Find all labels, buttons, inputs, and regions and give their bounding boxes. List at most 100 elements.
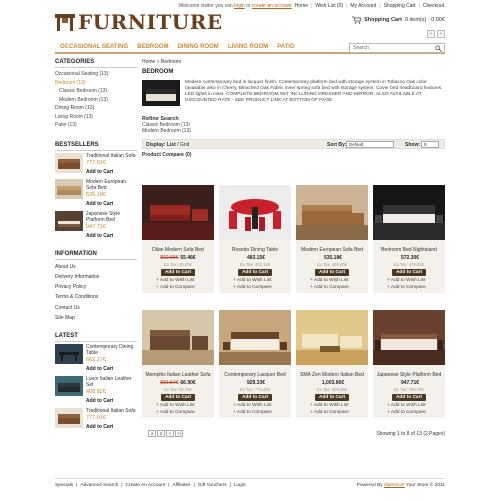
bestseller-add-to-cart[interactable]: Add to Cart — [86, 233, 137, 239]
add-to-cart-button[interactable]: Add to Cart — [160, 394, 196, 401]
breadcrumb-current[interactable]: Bedroom — [161, 59, 181, 65]
breadcrumb-home[interactable]: Home — [142, 59, 155, 65]
product-name[interactable]: Contemporary Lacquer Bed — [219, 372, 291, 378]
login-link[interactable]: login — [234, 3, 245, 9]
add-to-wishlist-link[interactable]: + Add to Wish List — [142, 403, 214, 408]
product-name[interactable]: Memphis Italian Leather Sofa — [142, 372, 214, 378]
product-name[interactable]: SMA Zen Modern Italian Bed — [296, 372, 368, 378]
search-icon[interactable] — [435, 45, 442, 52]
product-thumbnail[interactable] — [55, 152, 83, 173]
product-thumbnail[interactable] — [55, 408, 83, 429]
footer-gift-vouchers[interactable]: Gift Vouchers — [198, 483, 227, 488]
home-link[interactable]: Home — [295, 3, 308, 9]
nav-occasional-seating[interactable]: OCCASIONAL SEATING — [60, 44, 128, 50]
footer-create-account[interactable]: Create An Account — [126, 483, 166, 488]
add-to-cart-button[interactable]: Add to Cart — [237, 269, 273, 276]
footer-login[interactable]: Login — [234, 483, 246, 488]
info-delivery[interactable]: Delivery Information — [55, 272, 137, 282]
bestseller-name[interactable]: Japanese Style Platform Bed — [86, 211, 137, 223]
category-living-room[interactable]: Living Room (13) — [55, 113, 137, 122]
category-modern-bedroom[interactable]: Modern Bedroom (13) — [55, 96, 137, 105]
add-to-compare-link[interactable]: + Add to Compare — [373, 410, 445, 415]
product-image[interactable] — [219, 310, 291, 365]
footer-specials[interactable]: Specials — [55, 483, 73, 488]
add-to-compare-link[interactable]: + Add to Compare — [219, 410, 291, 415]
product-image[interactable] — [373, 185, 445, 240]
category-occasional-seating[interactable]: Occasional Seating (13) — [55, 70, 137, 79]
add-to-compare-link[interactable]: + Add to Compare — [373, 285, 445, 290]
add-to-wishlist-link[interactable]: + Add to Wish List — [219, 278, 291, 283]
product-thumbnail[interactable] — [55, 376, 83, 397]
add-to-compare-link[interactable]: + Add to Compare — [142, 410, 214, 415]
latest-name[interactable]: Traditional Italian Sofa — [86, 408, 136, 414]
bestseller-add-to-cart[interactable]: Add to Cart — [86, 169, 136, 175]
display-list[interactable]: List — [167, 142, 176, 148]
add-to-cart-button[interactable]: Add to Cart — [237, 394, 273, 401]
product-name[interactable]: Modern European Sofa Bed — [296, 247, 368, 253]
category-patio[interactable]: Patio (13) — [55, 121, 137, 130]
product-thumbnail[interactable] — [55, 178, 83, 199]
add-to-cart-button[interactable]: Add to Cart — [391, 394, 427, 401]
add-to-wishlist-link[interactable]: + Add to Wish List — [296, 403, 368, 408]
product-name[interactable]: Dilan Modern Sofa Bed — [142, 247, 214, 253]
add-to-cart-button[interactable]: Add to Cart — [314, 269, 350, 276]
info-terms[interactable]: Terms & Conditions — [55, 292, 137, 302]
next-arrow-icon[interactable]: › — [437, 30, 445, 38]
bestseller-add-to-cart[interactable]: Add to Cart — [86, 201, 137, 207]
category-classic-bedroom[interactable]: Classic Bedroom (13) — [55, 87, 137, 96]
add-to-wishlist-link[interactable]: + Add to Wish List — [142, 278, 214, 283]
footer-advanced-search[interactable]: Advanced Search — [80, 483, 118, 488]
logo[interactable]: FURNITURE — [55, 10, 223, 34]
info-contact[interactable]: Contact Us — [55, 303, 137, 313]
add-to-cart-button[interactable]: Add to Cart — [391, 269, 427, 276]
product-name[interactable]: Japanese Style Platform Bed — [373, 372, 445, 378]
add-to-compare-link[interactable]: + Add to Compare — [296, 410, 368, 415]
product-image[interactable] — [142, 310, 214, 365]
bestseller-name[interactable]: Modern European Sofa Bed — [86, 179, 137, 191]
latest-add-to-cart[interactable]: Add to Cart — [86, 398, 137, 404]
checkout-link[interactable]: Checkout — [423, 3, 444, 9]
product-thumbnail[interactable] — [55, 344, 83, 365]
search-input[interactable]: Search — [349, 43, 445, 53]
product-image[interactable] — [142, 185, 214, 240]
product-name[interactable]: Bedroom Bed Nightstand — [373, 247, 445, 253]
latest-add-to-cart[interactable]: Add to Cart — [86, 424, 136, 430]
add-to-wishlist-link[interactable]: + Add to Wish List — [296, 278, 368, 283]
category-bedroom[interactable]: Bedroom (13) — [55, 79, 137, 88]
product-compare-link[interactable]: Product Compare (0) — [142, 152, 445, 158]
add-to-compare-link[interactable]: + Add to Compare — [296, 285, 368, 290]
sort-select[interactable]: Default — [346, 141, 394, 148]
nav-dining-room[interactable]: DINING ROOM — [177, 44, 218, 50]
add-to-wishlist-link[interactable]: + Add to Wish List — [373, 278, 445, 283]
add-to-wishlist-link[interactable]: + Add to Wish List — [373, 403, 445, 408]
product-image[interactable] — [373, 310, 445, 365]
nav-living-room[interactable]: LIVING ROOM — [228, 44, 268, 50]
info-sitemap[interactable]: Site Map — [55, 313, 137, 323]
product-thumbnail[interactable] — [55, 210, 83, 231]
add-to-compare-link[interactable]: + Add to Compare — [219, 285, 291, 290]
product-image[interactable] — [296, 310, 368, 365]
nav-patio[interactable]: PATIO — [277, 44, 294, 50]
add-to-cart-button[interactable]: Add to Cart — [314, 394, 350, 401]
last-page-icon[interactable]: >| — [175, 430, 183, 437]
create-account-link[interactable]: create an account — [252, 3, 292, 9]
category-dining-room[interactable]: Dining Room (13) — [55, 104, 137, 113]
info-privacy[interactable]: Privacy Policy — [55, 282, 137, 292]
wishlist-link[interactable]: Wish List (0) — [315, 3, 343, 9]
my-account-link[interactable]: My Account — [350, 3, 376, 9]
latest-name[interactable]: Luxor Italian Leather Set — [86, 376, 137, 388]
add-to-wishlist-link[interactable]: + Add to Wish List — [219, 403, 291, 408]
nav-bedroom[interactable]: BEDROOM — [137, 44, 168, 50]
latest-name[interactable]: Contemporary Dining Table — [86, 344, 137, 356]
prev-arrow-icon[interactable]: ‹ — [427, 30, 435, 38]
product-image[interactable] — [219, 185, 291, 240]
product-image[interactable] — [296, 185, 368, 240]
latest-add-to-cart[interactable]: Add to Cart — [86, 366, 137, 372]
opencart-link[interactable]: OpenCart — [384, 483, 405, 488]
add-to-cart-button[interactable]: Add to Cart — [160, 269, 196, 276]
refine-modern-bedroom[interactable]: Modern Bedroom (13) — [142, 128, 445, 134]
cart-summary[interactable]: Shopping Cart 0 item(s) - 0.00€ — [352, 16, 445, 24]
footer-affiliates[interactable]: Affiliates — [173, 483, 191, 488]
info-about-us[interactable]: About Us — [55, 262, 137, 272]
product-name[interactable]: Rosetto Dining Table — [219, 247, 291, 253]
